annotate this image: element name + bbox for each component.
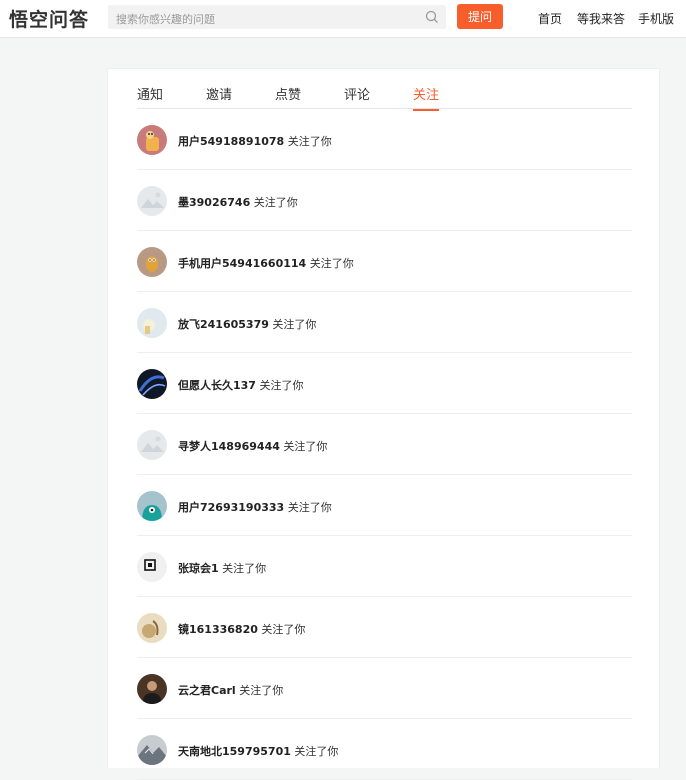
avatar[interactable] [137,430,167,460]
avatar[interactable] [137,491,167,521]
nav-mobile[interactable]: 手机版 [638,10,674,27]
nav-wait-answer[interactable]: 等我来答 [577,10,625,27]
notification-text: 用户72693190333 关注了你 [178,499,332,515]
user-name-link[interactable]: 但愿人长久137 [178,379,256,392]
action-text: 关注了你 [287,135,332,148]
user-name-link[interactable]: 张琼会1 [178,562,219,575]
action-text: 关注了你 [261,623,306,636]
tab-invitations[interactable]: 邀请 [206,84,232,103]
avatar[interactable] [137,552,167,582]
notification-text: 放飞241605379 关注了你 [178,316,316,332]
tab-likes[interactable]: 点赞 [275,84,301,103]
avatar[interactable] [137,613,167,643]
avatar[interactable] [137,735,167,765]
tab-notifications[interactable]: 通知 [137,84,163,103]
notification-text: 墨39026746 关注了你 [178,194,298,210]
user-name-link[interactable]: 镜161336820 [178,623,258,636]
action-text: 关注了你 [239,684,284,697]
user-name-link[interactable]: 用户72693190333 [178,501,284,514]
notification-row: 放飞241605379 关注了你 [137,292,632,353]
search-box[interactable]: 搜索你感兴趣的问题 [108,5,446,29]
search-input[interactable]: 搜索你感兴趣的问题 [116,11,215,27]
notification-row: 天南地北159795701 关注了你 [137,719,632,780]
notification-text: 张琼会1 关注了你 [178,560,266,576]
notification-row: 镜161336820 关注了你 [137,597,632,658]
message-tabs: 通知 邀请 点赞 评论 关注 [137,69,632,111]
nav-home[interactable]: 首页 [538,10,562,27]
notification-text: 云之君Carl 关注了你 [178,682,283,698]
action-text: 关注了你 [253,196,298,209]
ask-question-button[interactable]: 提问 [457,4,503,29]
action-text: 关注了你 [272,318,317,331]
notification-row: 手机用户54941660114 关注了你 [137,231,632,292]
notification-row: 张琼会1 关注了你 [137,536,632,597]
action-text: 关注了你 [294,745,339,758]
notification-text: 但愿人长久137 关注了你 [178,377,303,393]
search-icon[interactable] [424,9,440,25]
notification-text: 寻梦人148969444 关注了你 [178,438,327,454]
follow-notification-list: 用户54918891078 关注了你 墨39026746 关注了你 手机用户5494… [137,109,632,780]
action-text: 关注了你 [222,562,267,575]
notification-row: 墨39026746 关注了你 [137,170,632,231]
notification-text: 天南地北159795701 关注了你 [178,743,338,759]
action-text: 关注了你 [259,379,304,392]
action-text: 关注了你 [309,257,354,270]
notification-text: 镜161336820 关注了你 [178,621,305,637]
notification-row: 用户72693190333 关注了你 [137,475,632,536]
notification-text: 手机用户54941660114 关注了你 [178,255,354,271]
logo-text: 悟空问答 [9,8,90,31]
messages-card: 通知 邀请 点赞 评论 关注 用户54918891078 关注了你 墨390267… [107,68,660,780]
user-name-link[interactable]: 寻梦人148969444 [178,440,280,453]
avatar[interactable] [137,369,167,399]
user-name-link[interactable]: 用户54918891078 [178,135,284,148]
user-name-link[interactable]: 放飞241605379 [178,318,269,331]
top-bar: 悟空问答 搜索你感兴趣的问题 提问 首页 等我来答 手机版 [0,0,686,38]
avatar[interactable] [137,674,167,704]
tab-comments[interactable]: 评论 [344,84,370,103]
notification-text: 用户54918891078 关注了你 [178,133,332,149]
avatar[interactable] [137,247,167,277]
notification-row: 但愿人长久137 关注了你 [137,353,632,414]
action-text: 关注了你 [283,440,328,453]
notification-row: 寻梦人148969444 关注了你 [137,414,632,475]
avatar[interactable] [137,125,167,155]
notification-row: 云之君Carl 关注了你 [137,658,632,719]
user-name-link[interactable]: 手机用户54941660114 [178,257,306,270]
notification-row: 用户54918891078 关注了你 [137,109,632,170]
action-text: 关注了你 [287,501,332,514]
user-name-link[interactable]: 墨39026746 [178,196,250,209]
avatar[interactable] [137,186,167,216]
tab-follows[interactable]: 关注 [413,84,440,111]
site-logo[interactable]: 悟空问答 [9,6,90,31]
avatar[interactable] [137,308,167,338]
user-name-link[interactable]: 云之君Carl [178,684,236,697]
user-name-link[interactable]: 天南地北159795701 [178,745,291,758]
